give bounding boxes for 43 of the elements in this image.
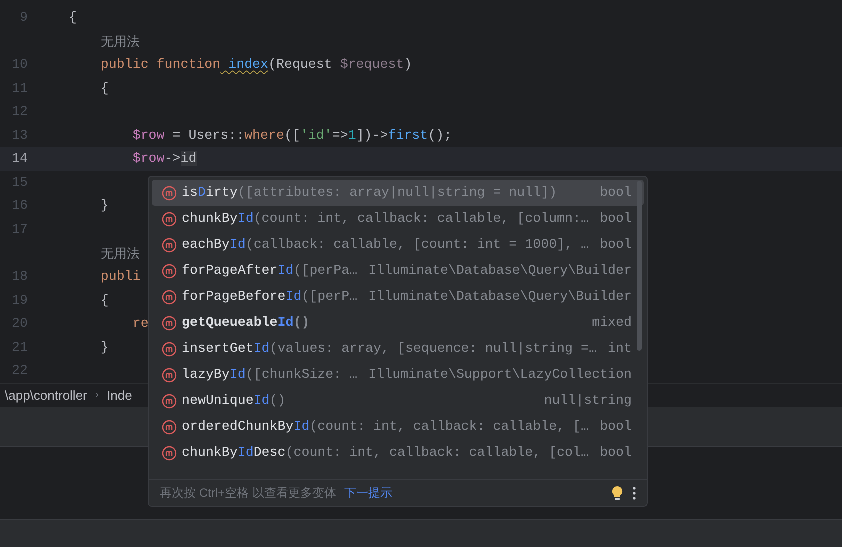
code-line: }	[100, 338, 109, 357]
more-options-icon[interactable]	[633, 486, 636, 500]
completion-item[interactable]: getQueueableId() mixed	[152, 310, 644, 336]
completion-item[interactable]: forPageAfterId([perPa… Illuminate\Database\Query\Builder	[152, 258, 644, 284]
method-icon	[162, 446, 177, 460]
method-icon	[162, 342, 177, 356]
usage-hint: 无用法	[101, 32, 140, 51]
completion-item[interactable]: orderedChunkById(count: int, callback: callable, [… bool	[152, 414, 644, 440]
breadcrumb[interactable]: \app\controller	[5, 386, 88, 406]
code-line: }	[100, 197, 109, 216]
code-line: public function index(Request $request)	[100, 56, 412, 74]
code-line: {	[100, 292, 109, 310]
code-line: publi	[100, 268, 141, 286]
usage-hint: 无用法	[101, 244, 140, 263]
method-icon	[162, 420, 177, 434]
chevron-icon: ›	[95, 387, 100, 404]
completion-item[interactable]: newUniqueId() null|string	[152, 388, 644, 414]
completion-item[interactable]: chunkById(count: int, callback: callable, [column:… bool	[152, 206, 644, 232]
lightbulb-icon[interactable]	[612, 486, 623, 500]
breadcrumb[interactable]: Inde	[107, 386, 132, 406]
method-icon	[162, 264, 177, 278]
completion-item[interactable]: forPageBeforeId([perP… Illuminate\Database\Query\Builder	[152, 284, 644, 310]
method-icon	[162, 238, 177, 252]
completion-item[interactable]: insertGetId(values: array, [sequence: null|string =… int	[152, 336, 644, 362]
code-line: {	[69, 8, 77, 27]
code-line: {	[100, 80, 109, 98]
scrollbar-thumb[interactable]	[637, 181, 642, 351]
code-line: $row = Users::where(['id'=>1])->first();	[132, 126, 452, 145]
method-icon	[162, 212, 177, 226]
completion-item[interactable]: lazyById([chunkSize: … Illuminate\Support\LazyCollection	[152, 362, 644, 388]
next-tip-link[interactable]: 下一提示	[344, 484, 392, 502]
completion-item[interactable]: chunkByIdDesc(count: int, callback: callable, [col… bool	[152, 440, 644, 466]
code-line: $row->id	[132, 150, 197, 168]
code-line: re	[132, 315, 149, 334]
method-icon	[162, 394, 177, 408]
line-number: 14	[11, 150, 28, 168]
completion-item[interactable]: isDirty([attributes: array|null|string = null]) bool	[152, 180, 644, 206]
completion-item[interactable]: eachById(callback: callable, [count: int = 1000], … bool	[152, 232, 644, 258]
method-icon	[162, 186, 177, 200]
footer-hint: 再次按 Ctrl+空格 以查看更多变体	[160, 485, 336, 502]
method-icon	[162, 316, 177, 330]
method-icon	[162, 290, 177, 304]
method-icon	[162, 368, 177, 382]
